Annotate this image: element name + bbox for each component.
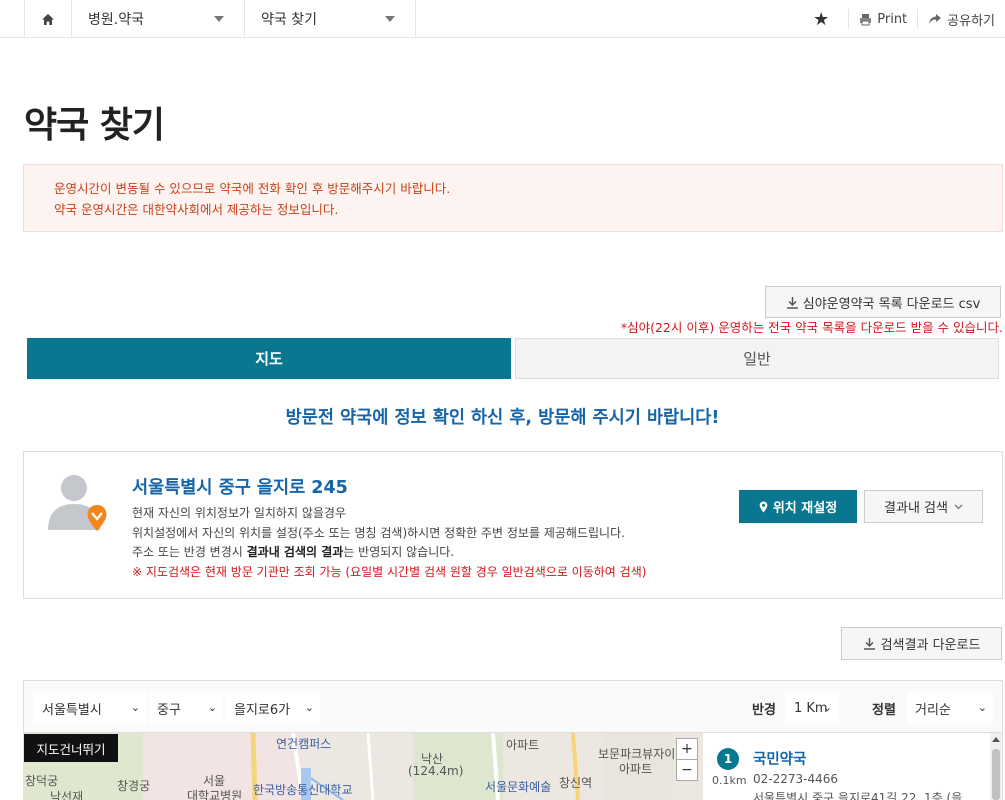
top-navigation: 병원.약국 약국 찾기 ★ Print 공유하기 — [0, 0, 1005, 38]
location-reset-label: 위치 재설정 — [772, 501, 838, 516]
sort-label: 정렬 — [872, 703, 896, 718]
category-dropdown[interactable]: 병원.약국 — [72, 0, 245, 38]
dong-select[interactable]: 을지로6가 ⌄ — [226, 693, 320, 723]
print-button[interactable]: Print — [848, 9, 917, 29]
radius-select[interactable]: 1 Km ⌄ — [786, 693, 838, 723]
desc-warning: ※ 지도검색은 현재 방문 기관만 조회 가능 (요일별 시간별 검색 원할 경… — [132, 564, 647, 579]
desc-line: 현재 자신의 위치정보가 일치하지 않을경우 — [132, 506, 346, 520]
map-label: 창신역 — [559, 776, 593, 790]
desc-line: 위치설정에서 자신의 위치를 설정(주소 또는 명칭 검색)하시면 정확한 주변… — [132, 525, 625, 540]
result-list-scrollbar[interactable] — [990, 733, 1002, 800]
csv-download-label: 심야운영약국 목록 다운로드 csv — [802, 296, 981, 312]
radius-label: 반경 — [752, 703, 776, 718]
scroll-up-arrow-icon[interactable] — [992, 737, 1000, 742]
result-index-badge: 1 — [717, 748, 739, 770]
zoom-out-button[interactable]: − — [677, 759, 697, 780]
share-label: 공유하기 — [947, 13, 995, 29]
desc-text: 주소 또는 반경 변경시 — [132, 545, 247, 559]
chevron-down-icon — [954, 504, 963, 509]
csv-note: *심야(22시 이후) 운영하는 전국 약국 목록을 다운로드 받을 수 있습니… — [620, 320, 1003, 335]
map-label: 창덕궁 — [25, 774, 59, 788]
desc-text: 는 반영되지 않습니다. — [343, 545, 455, 559]
result-distance: 0.1km — [712, 774, 747, 787]
map-label: 창경궁 — [117, 779, 151, 793]
home-icon — [42, 13, 54, 25]
map-skip-link[interactable]: 지도건너뛰기 — [24, 734, 118, 762]
result-download-label: 검색결과 다운로드 — [880, 638, 981, 653]
map-label: 서울문화예술 — [485, 780, 552, 794]
chevron-down-icon: ⌄ — [822, 701, 832, 714]
desc-bold-text: 결과내 검색의 결과 — [246, 545, 344, 559]
download-icon — [786, 296, 798, 309]
subcategory-dropdown[interactable]: 약국 찾기 — [245, 0, 416, 38]
category-dropdown-label: 병원.약국 — [88, 12, 144, 28]
page-title: 약국 찾기 — [24, 105, 165, 146]
city-select-value: 서울특별시 — [42, 702, 102, 718]
guide-message: 방문전 약국에 정보 확인 하신 후, 방문해 주시기 바랍니다! — [285, 408, 720, 428]
current-address: 서울특별시 중구 을지로 245 — [132, 478, 348, 498]
location-pin-icon — [87, 505, 107, 531]
pharmacy-name-link[interactable]: 국민약국 — [753, 748, 806, 769]
utility-menu: ★ Print 공유하기 — [806, 0, 1005, 38]
result-download-button[interactable]: 검색결과 다운로드 — [841, 627, 1002, 660]
map-marker-icon — [759, 501, 768, 512]
chevron-down-icon: ⌄ — [977, 701, 987, 714]
caret-down-icon — [385, 16, 395, 22]
tab-normal[interactable]: 일반 — [515, 338, 999, 379]
chevron-down-icon: ⌄ — [304, 701, 314, 714]
location-description: 현재 자신의 위치정보가 일치하지 않을경우 위치설정에서 자신의 위치를 설정… — [132, 504, 646, 582]
download-icon — [863, 638, 875, 650]
map-view[interactable]: 지도건너뛰기 연건캠퍼스 아파트 보문파크뷰자이 아파트 창덕궁 창경궁 서울 … — [23, 733, 703, 800]
location-reset-button[interactable]: 위치 재설정 — [739, 490, 857, 523]
map-zoom-control: + − — [676, 738, 698, 781]
scrollbar-thumb[interactable] — [992, 749, 1000, 800]
print-label: Print — [877, 11, 908, 27]
tab-map[interactable]: 지도 — [27, 338, 511, 379]
map-label: (124.4m) — [408, 764, 464, 778]
notice-line: 운영시간이 변동될 수 있으므로 약국에 전화 확인 후 방문해주시기 바랍니다… — [54, 181, 451, 196]
chevron-down-icon: ⌄ — [207, 701, 217, 714]
city-select[interactable]: 서울특별시 ⌄ — [34, 693, 146, 723]
district-select-value: 중구 — [157, 702, 181, 718]
map-label: 낙선재 — [50, 790, 84, 800]
caret-down-icon — [214, 16, 224, 22]
notice-box: 운영시간이 변동될 수 있으므로 약국에 전화 확인 후 방문해주시기 바랍니다… — [23, 164, 1003, 232]
csv-download-button[interactable]: 심야운영약국 목록 다운로드 csv — [765, 286, 1001, 318]
sort-select[interactable]: 거리순 ⌄ — [907, 693, 993, 723]
share-icon — [929, 14, 942, 24]
map-label: 대학교병원 — [187, 789, 243, 800]
zoom-in-button[interactable]: + — [677, 739, 697, 759]
filter-bar: 서울특별시 ⌄ 중구 ⌄ 을지로6가 ⌄ 반경 1 Km ⌄ 정렬 거리순 ⌄ — [23, 680, 1003, 733]
favorite-star-icon[interactable]: ★ — [806, 9, 836, 30]
search-within-results-label: 결과내 검색 — [884, 501, 948, 516]
printer-icon — [860, 13, 872, 25]
desc-line: 주소 또는 반경 변경시 결과내 검색의 결과는 반영되지 않습니다. — [132, 543, 646, 563]
share-button[interactable]: 공유하기 — [917, 9, 1005, 29]
search-within-results-button[interactable]: 결과내 검색 — [864, 490, 983, 523]
district-select[interactable]: 중구 ⌄ — [149, 693, 223, 723]
dong-select-value: 을지로6가 — [234, 702, 291, 718]
notice-line: 약국 운영시간은 대한약사회에서 제공하는 정보입니다. — [54, 202, 339, 217]
location-box: 서울특별시 중구 을지로 245 현재 자신의 위치정보가 일치하지 않을경우 … — [23, 451, 1003, 599]
pharmacy-address: 서울특별시 중구 을지로41길 22, 1층 (을 — [753, 791, 963, 800]
map-label: 아파트 — [506, 738, 540, 752]
home-button[interactable] — [24, 0, 72, 38]
subcategory-dropdown-label: 약국 찾기 — [261, 12, 317, 28]
map-label: 아파트 — [619, 762, 653, 776]
result-list: 1 0.1km 국민약국 02-2273-4466 서울특별시 중구 을지로41… — [703, 733, 1003, 800]
map-label: 한국방송통신대학교 — [253, 783, 353, 797]
map-label: 연건캠퍼스 — [276, 737, 332, 751]
sort-select-value: 거리순 — [915, 702, 951, 718]
pharmacy-phone: 02-2273-4466 — [753, 772, 839, 786]
chevron-down-icon: ⌄ — [130, 701, 140, 714]
